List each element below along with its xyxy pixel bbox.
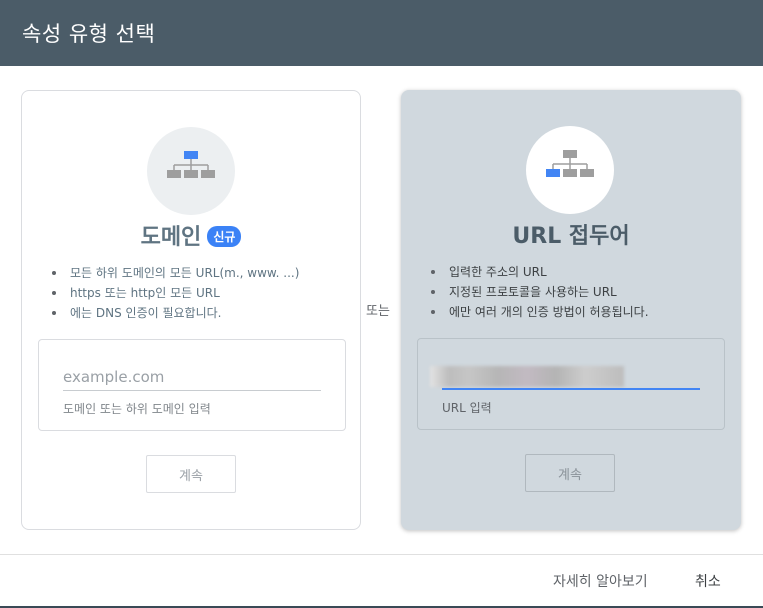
url-prefix-input-box: URL 입력: [417, 338, 725, 430]
domain-icon-circle: [147, 127, 235, 215]
new-badge: 신규: [207, 226, 242, 247]
bullet-item: 지정된 프로토콜을 사용하는 URL: [431, 282, 649, 302]
bullet-item: 모든 하위 도메인의 모든 URL(m., www. ...): [52, 263, 299, 283]
domain-input-box: 도메인 또는 하위 도메인 입력: [38, 339, 346, 431]
or-separator: 또는: [366, 304, 390, 319]
url-prefix-icon-circle: [526, 126, 614, 214]
url-prefix-continue-button[interactable]: 계속: [525, 454, 615, 492]
bullet-item: https 또는 http인 모든 URL: [52, 283, 299, 303]
url-prefix-bullet-list: 입력한 주소의 URL 지정된 프로토콜을 사용하는 URL 에만 여러 개의 …: [431, 262, 649, 322]
footer-divider: [0, 554, 763, 555]
bullet-item: 에만 여러 개의 인증 방법이 허용됩니다.: [431, 302, 649, 322]
domain-card[interactable]: 도메인 신규 모든 하위 도메인의 모든 URL(m., www. ...) ht…: [21, 90, 361, 530]
sitemap-icon: [546, 150, 594, 177]
domain-bullet-list: 모든 하위 도메인의 모든 URL(m., www. ...) https 또는…: [52, 263, 299, 323]
url-prefix-card-title: URL 접두어: [512, 224, 630, 249]
url-prefix-input[interactable]: [442, 363, 700, 390]
domain-input-hint: 도메인 또는 하위 도메인 입력: [63, 402, 211, 416]
dialog-header: 속성 유형 선택: [0, 0, 763, 66]
learn-more-link[interactable]: 자세히 알아보기: [553, 571, 648, 591]
url-prefix-card[interactable]: URL 접두어 입력한 주소의 URL 지정된 프로토콜을 사용하는 URL 에…: [401, 90, 741, 530]
sitemap-icon: [167, 151, 215, 178]
cancel-button[interactable]: 취소: [695, 571, 721, 591]
bullet-item: 입력한 주소의 URL: [431, 262, 649, 282]
dialog-title: 속성 유형 선택: [22, 22, 156, 46]
url-prefix-input-hint: URL 입력: [442, 401, 492, 415]
domain-input[interactable]: [63, 364, 321, 391]
domain-title-text: 도메인: [140, 225, 202, 250]
domain-continue-button[interactable]: 계속: [146, 455, 236, 493]
bullet-item: 에는 DNS 인증이 필요합니다.: [52, 303, 299, 323]
domain-card-title: 도메인 신규: [22, 219, 360, 251]
